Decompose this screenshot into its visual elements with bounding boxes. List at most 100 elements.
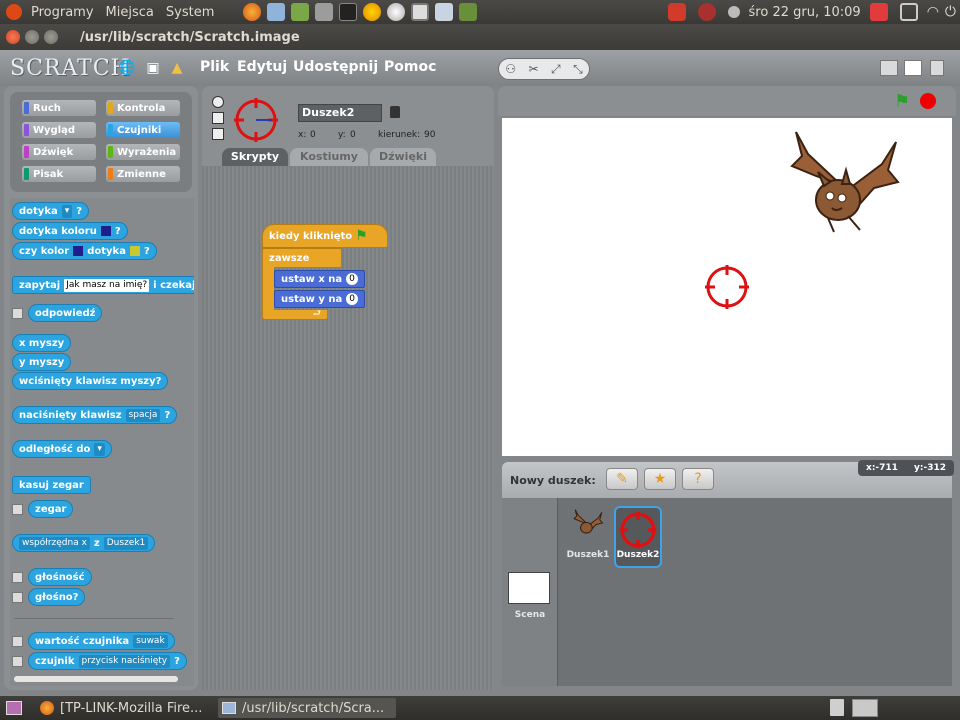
office-icon[interactable] xyxy=(291,3,310,21)
green-flag-icon[interactable]: ⚑ xyxy=(894,91,910,112)
save-icon[interactable]: ▣ xyxy=(144,59,162,77)
workspace-switcher[interactable] xyxy=(852,699,878,717)
ubuntu-logo-icon[interactable] xyxy=(6,4,22,20)
ask-input[interactable]: Jak masz na imię? xyxy=(64,278,150,292)
menu-programy[interactable]: Programy xyxy=(25,5,100,20)
maximize-window-button[interactable] xyxy=(44,30,58,44)
set-y-block[interactable]: ustaw y na 0 xyxy=(274,290,365,308)
session-icon[interactable]: ⏻ xyxy=(945,4,956,20)
chat-icon[interactable] xyxy=(697,3,716,21)
set-x-input[interactable]: 0 xyxy=(346,273,358,285)
block-loud[interactable]: głośno? xyxy=(28,588,86,606)
random-sprite-button[interactable]: ? xyxy=(682,468,714,490)
grow-tool-icon[interactable]: ⤢ xyxy=(551,62,561,77)
game-icon[interactable] xyxy=(459,3,478,21)
key-dropdown[interactable]: spacja xyxy=(125,408,161,422)
block-key-pressed[interactable]: naciśnięty klawisz spacja? xyxy=(12,406,178,424)
block-mouse-down[interactable]: wciśnięty klawisz myszy? xyxy=(12,372,169,390)
touching-dropdown[interactable]: ▾ xyxy=(61,204,73,218)
block-answer[interactable]: odpowiedź xyxy=(28,304,103,322)
distance-dropdown[interactable]: ▾ xyxy=(94,442,105,456)
block-color-touching-color[interactable]: czy kolor dotyka? xyxy=(12,242,157,260)
lock-icon[interactable] xyxy=(390,106,400,118)
taskbar-item-scratch[interactable]: /usr/lib/scratch/Scra... xyxy=(218,698,396,718)
color-swatch-b[interactable] xyxy=(129,246,140,256)
color-swatch-a[interactable] xyxy=(73,246,84,256)
presentation-mode-button[interactable] xyxy=(930,60,944,76)
paint-new-sprite-button[interactable]: ✎ xyxy=(606,468,638,490)
language-globe-icon[interactable]: 🌐 xyxy=(118,59,136,77)
rotate-style-full-icon[interactable] xyxy=(212,96,224,108)
sprite1-thumbnail-bat-icon[interactable] xyxy=(572,508,604,540)
menu-udostepnij[interactable]: Udostępnij xyxy=(293,59,378,75)
block-touching[interactable]: dotyka ▾? xyxy=(12,202,90,220)
rotate-style-lr-icon[interactable] xyxy=(212,112,224,124)
block-ask[interactable]: zapytaj Jak masz na imię? i czekaj xyxy=(12,276,194,294)
delete-tool-icon[interactable]: ✂ xyxy=(528,62,538,76)
tab-dzwieki[interactable]: Dźwięki xyxy=(370,148,436,166)
display-icon[interactable] xyxy=(899,3,918,21)
sun-icon[interactable] xyxy=(363,3,382,21)
set-x-block[interactable]: ustaw x na 0 xyxy=(274,270,365,288)
scripts-area[interactable]: kiedy kliknięto ⚑ zawsze ustaw x na 0 us… xyxy=(202,166,494,690)
power-icon[interactable] xyxy=(667,3,686,21)
block-mouse-x[interactable]: x myszy xyxy=(12,334,72,352)
close-window-button[interactable] xyxy=(6,30,20,44)
answer-checkbox[interactable] xyxy=(12,308,23,319)
block-distance[interactable]: odległość do ▾ xyxy=(12,440,112,458)
clock[interactable]: śro 22 gru, 10:09 xyxy=(749,5,861,20)
disc-icon[interactable] xyxy=(387,3,406,21)
category-dzwiek[interactable]: Dźwięk xyxy=(22,144,96,160)
stage[interactable] xyxy=(502,118,952,456)
duplicate-tool-icon[interactable]: ⚇ xyxy=(505,62,516,76)
block-timer[interactable]: zegar xyxy=(28,500,74,518)
minimize-window-button[interactable] xyxy=(25,30,39,44)
stage-selector[interactable]: Scena xyxy=(502,498,558,686)
database-icon[interactable] xyxy=(315,3,334,21)
trash-icon[interactable] xyxy=(830,699,844,716)
stop-icon[interactable] xyxy=(869,3,888,21)
window-titlebar[interactable]: /usr/lib/scratch/Scratch.image xyxy=(0,24,960,50)
loudness-checkbox[interactable] xyxy=(12,572,23,583)
normal-stage-view-button[interactable] xyxy=(904,60,922,76)
category-wyglad[interactable]: Wygląd xyxy=(22,122,96,138)
forever-block[interactable]: zawsze xyxy=(262,248,342,268)
sprite-name-field[interactable]: Duszek2 xyxy=(298,104,382,122)
block-sensor[interactable]: czujnik przycisk naciśnięty? xyxy=(28,652,187,670)
monitor-icon[interactable] xyxy=(411,3,430,21)
wifi-icon[interactable]: ◠ xyxy=(927,4,939,20)
sprite1-label[interactable]: Duszek1 xyxy=(566,550,610,560)
block-attribute-of[interactable]: współrzędna x z Duszek1 xyxy=(12,534,156,552)
small-stage-view-button[interactable] xyxy=(880,60,898,76)
sprite2-tile-selected[interactable]: Duszek2 xyxy=(614,506,662,568)
color-swatch[interactable] xyxy=(100,226,111,236)
sensor-value-dropdown[interactable]: suwak xyxy=(133,634,168,648)
firefox-icon[interactable] xyxy=(243,3,262,21)
network-icon[interactable] xyxy=(727,6,740,18)
menu-system[interactable]: System xyxy=(160,5,220,20)
loud-checkbox[interactable] xyxy=(12,592,23,603)
taskbar-item-firefox[interactable]: [TP-LINK-Mozilla Fire... xyxy=(36,698,212,718)
menu-pomoc[interactable]: Pomoc xyxy=(384,59,436,75)
block-reset-timer[interactable]: kasuj zegar xyxy=(12,476,91,494)
bat-sprite[interactable] xyxy=(788,126,900,246)
block-mouse-y[interactable]: y myszy xyxy=(12,353,72,371)
shrink-tool-icon[interactable]: ⤡ xyxy=(573,62,583,77)
tab-kostiumy[interactable]: Kostiumy xyxy=(290,148,368,166)
category-ruch[interactable]: Ruch xyxy=(22,100,96,116)
menu-edytuj[interactable]: Edytuj xyxy=(237,59,287,75)
stop-sign-icon[interactable] xyxy=(920,93,936,109)
show-desktop-icon[interactable] xyxy=(6,701,22,715)
menu-miejsca[interactable]: Miejsca xyxy=(100,5,160,20)
category-zmienne[interactable]: Zmienne xyxy=(106,166,180,182)
category-kontrola[interactable]: Kontrola xyxy=(106,100,180,116)
sensor-dropdown[interactable]: przycisk naciśnięty xyxy=(78,654,171,668)
timer-checkbox[interactable] xyxy=(12,504,23,515)
palette-scrollbar[interactable] xyxy=(14,676,178,682)
sprite-dropdown[interactable]: Duszek1 xyxy=(103,536,149,550)
sensor-checkbox[interactable] xyxy=(12,656,23,667)
category-pisak[interactable]: Pisak xyxy=(22,166,96,182)
when-flag-clicked-block[interactable]: kiedy kliknięto ⚑ xyxy=(262,224,388,248)
text-editor-icon[interactable] xyxy=(267,3,286,21)
menu-plik[interactable]: Plik xyxy=(200,59,229,75)
